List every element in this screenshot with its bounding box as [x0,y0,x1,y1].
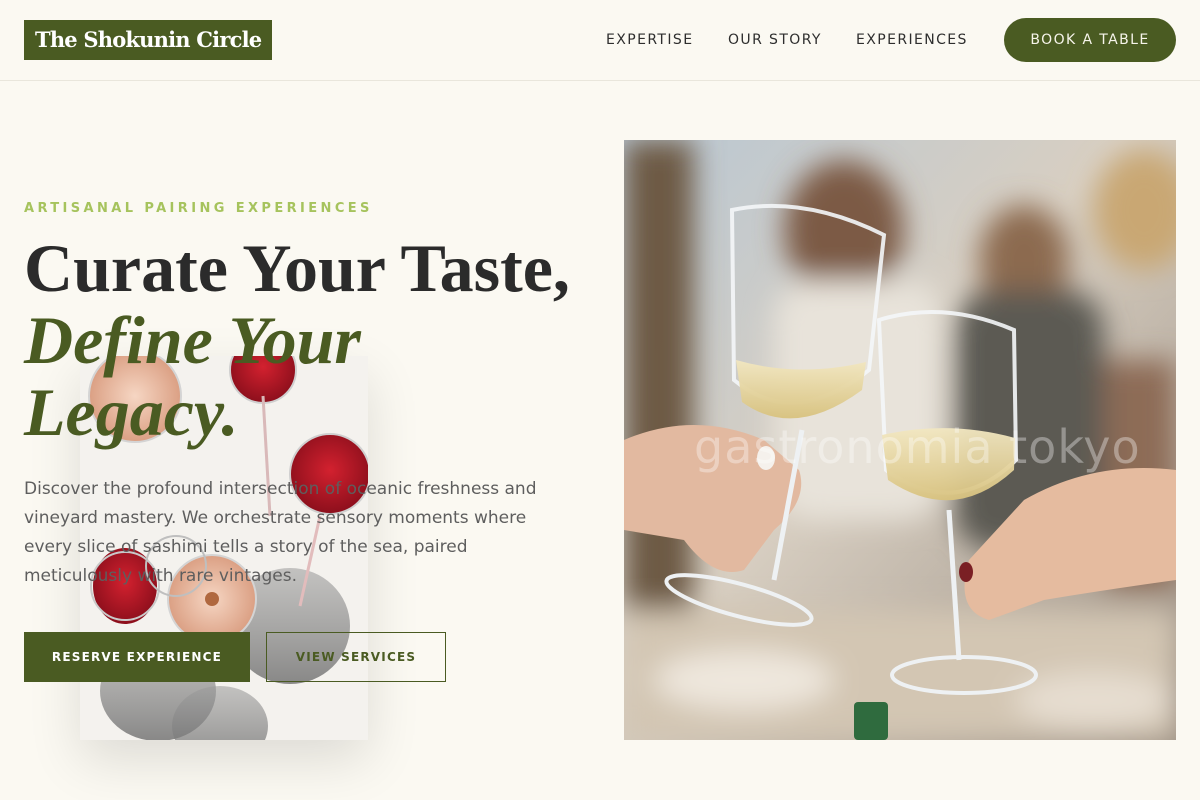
wine-toast-hero-photo: gastronomia tokyo [624,140,1176,740]
reserve-experience-button[interactable]: RESERVE EXPERIENCE [24,632,250,682]
view-services-button[interactable]: VIEW SERVICES [266,632,446,682]
photo-watermark: gastronomia tokyo [694,420,1141,474]
nav-link-experiences[interactable]: EXPERIENCES [856,31,968,49]
brand-logo[interactable]: The Shokunin Circle [24,20,273,60]
headline-line-3: Legacy. [24,374,239,450]
hero-description: Discover the profound intersection of oc… [24,479,537,586]
book-table-button[interactable]: BOOK A TABLE [1004,18,1176,62]
site-header: The Shokunin Circle EXPERTISE OUR STORY … [0,0,1200,81]
headline-line-1: Curate Your Taste, [24,230,570,306]
nav-link-expertise[interactable]: EXPERTISE [606,31,693,49]
hero-headline: Curate Your Taste, Define Your Legacy. [24,232,604,448]
nav-link-our-story[interactable]: OUR STORY [728,31,822,49]
headline-line-2: Define Your [24,302,361,378]
hero-eyebrow: ARTISANAL PAIRING EXPERIENCES [24,201,373,216]
